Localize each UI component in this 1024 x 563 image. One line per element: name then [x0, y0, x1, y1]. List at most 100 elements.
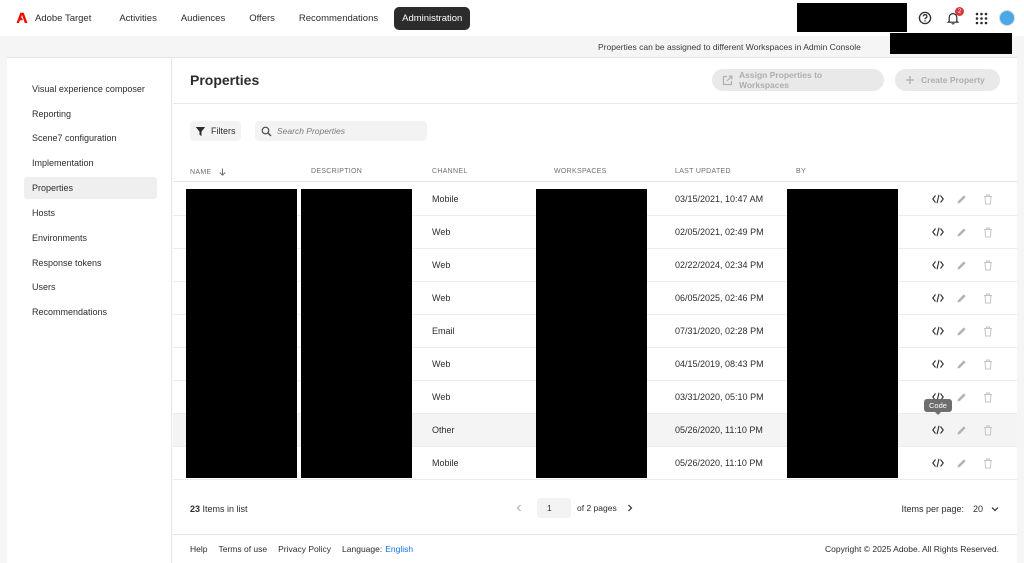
- sidebar-item-environments[interactable]: Environments: [24, 227, 157, 249]
- items-per-page-select[interactable]: 20: [973, 504, 999, 514]
- code-icon[interactable]: [931, 324, 945, 338]
- last-updated-cell: 05/26/2020, 11:10 PM: [675, 458, 763, 468]
- code-icon[interactable]: [931, 192, 945, 206]
- column-header-description[interactable]: DESCRIPTION: [311, 168, 362, 175]
- edit-pencil-icon[interactable]: [954, 192, 968, 206]
- column-header-workspaces[interactable]: WORKSPACES: [554, 168, 607, 175]
- column-header-last-updated[interactable]: LAST UPDATED: [675, 168, 731, 175]
- code-icon[interactable]: [931, 456, 945, 470]
- delete-trash-icon[interactable]: [981, 291, 995, 305]
- apps-grid-icon[interactable]: [972, 9, 990, 27]
- table-footer: 23 Items in list 1 of 2 pages Items per …: [173, 494, 1017, 534]
- redacted-name-column: [186, 189, 297, 478]
- column-header-channel[interactable]: CHANNEL: [432, 168, 468, 175]
- sidebar-item-visual-experience-composer[interactable]: Visual experience composer: [24, 78, 157, 100]
- sidebar-item-response-tokens[interactable]: Response tokens: [24, 252, 157, 274]
- column-header-by[interactable]: BY: [796, 168, 806, 175]
- create-property-button[interactable]: Create Property: [895, 69, 1000, 91]
- assign-properties-button[interactable]: Assign Properties to Workspaces: [712, 69, 884, 91]
- page-header: Properties Assign Properties to Workspac…: [173, 58, 1017, 104]
- help-icon[interactable]: [916, 9, 934, 27]
- delete-trash-icon[interactable]: [981, 456, 995, 470]
- code-icon[interactable]: [931, 357, 945, 371]
- delete-trash-icon[interactable]: [981, 324, 995, 338]
- next-page-chevron-icon[interactable]: [626, 504, 634, 512]
- sidebar-item-properties[interactable]: Properties: [24, 177, 157, 199]
- sidebar-item-reporting[interactable]: Reporting: [24, 103, 157, 125]
- items-count-label: Items in list: [202, 504, 248, 514]
- last-updated-cell: 02/05/2021, 02:49 PM: [675, 227, 764, 237]
- frame-left: [0, 36, 7, 563]
- last-updated-cell: 06/05/2025, 02:46 PM: [675, 293, 764, 303]
- sidebar-item-users[interactable]: Users: [24, 276, 157, 298]
- column-name-label: NAME: [190, 168, 212, 176]
- nav-activities[interactable]: Activities: [111, 8, 164, 29]
- language-selector[interactable]: English: [385, 544, 413, 554]
- delete-trash-icon[interactable]: [981, 192, 995, 206]
- nav-administration[interactable]: Administration: [394, 6, 471, 30]
- chevron-down-icon: [991, 505, 999, 513]
- items-count: 23 Items in list: [190, 504, 248, 514]
- redacted-region: [797, 3, 907, 32]
- edit-pencil-icon[interactable]: [954, 324, 968, 338]
- sidebar-item-scene7-configuration[interactable]: Scene7 configuration: [24, 127, 157, 149]
- page-title: Properties: [190, 72, 260, 88]
- code-icon[interactable]: [931, 423, 945, 437]
- edit-pencil-icon[interactable]: [954, 456, 968, 470]
- edit-pencil-icon[interactable]: [954, 258, 968, 272]
- code-icon[interactable]: [931, 258, 945, 272]
- assign-icon: [722, 75, 733, 86]
- edit-pencil-icon[interactable]: [954, 291, 968, 305]
- edit-pencil-icon[interactable]: [954, 225, 968, 239]
- sidebar-item-implementation[interactable]: Implementation: [24, 152, 157, 174]
- column-header-name[interactable]: NAME: [190, 168, 226, 176]
- info-bar: Properties can be assigned to different …: [7, 36, 1017, 58]
- code-tooltip: Code: [924, 399, 952, 415]
- last-updated-cell: 05/26/2020, 11:10 PM: [675, 425, 763, 435]
- search-input[interactable]: [277, 126, 417, 136]
- privacy-link[interactable]: Privacy Policy: [278, 544, 331, 554]
- notifications-bell-icon[interactable]: 2: [944, 7, 964, 27]
- help-link[interactable]: Help: [190, 544, 207, 554]
- pagination: 1 of 2 pages: [515, 498, 634, 518]
- filter-funnel-icon: [195, 126, 206, 137]
- edit-pencil-icon[interactable]: [954, 390, 968, 404]
- terms-link[interactable]: Terms of use: [218, 544, 267, 554]
- items-per-page-value: 20: [972, 504, 983, 514]
- filters-button[interactable]: Filters: [190, 121, 241, 141]
- channel-cell: Mobile: [432, 194, 459, 204]
- workspace-info-text: Properties can be assigned to different …: [598, 42, 861, 52]
- edit-pencil-icon[interactable]: [954, 357, 968, 371]
- delete-trash-icon[interactable]: [981, 225, 995, 239]
- table-header: NAME DESCRIPTION CHANNEL WORKSPACES LAST…: [173, 162, 1017, 182]
- nav-audiences[interactable]: Audiences: [173, 8, 233, 29]
- copyright-text: Copyright © 2025 Adobe. All Rights Reser…: [824, 544, 999, 554]
- search-icon: [261, 126, 272, 137]
- delete-trash-icon[interactable]: [981, 258, 995, 272]
- plus-icon: [905, 75, 915, 85]
- delete-trash-icon[interactable]: [981, 357, 995, 371]
- page-number-input[interactable]: 1: [537, 498, 571, 518]
- filters-label: Filters: [211, 126, 236, 136]
- last-updated-cell: 04/15/2019, 08:43 PM: [675, 359, 764, 369]
- delete-trash-icon[interactable]: [981, 423, 995, 437]
- code-icon[interactable]: [931, 225, 945, 239]
- app-logo[interactable]: Adobe Target: [16, 12, 91, 24]
- create-property-label: Create Property: [921, 75, 985, 85]
- nav-recommendations[interactable]: Recommendations: [291, 8, 386, 29]
- top-navigation: Adobe Target Activities Audiences Offers…: [0, 0, 1024, 36]
- edit-pencil-icon[interactable]: [954, 423, 968, 437]
- prev-page-chevron-icon[interactable]: [515, 504, 523, 512]
- nav-offers[interactable]: Offers: [241, 8, 283, 29]
- sidebar-item-hosts[interactable]: Hosts: [24, 202, 157, 224]
- adobe-logo-icon: [16, 12, 28, 24]
- sidebar-item-recommendations[interactable]: Recommendations: [24, 301, 157, 323]
- user-avatar-button[interactable]: [998, 9, 1016, 27]
- sort-arrow-down-icon[interactable]: [219, 168, 226, 176]
- language-label: Language:: [342, 544, 383, 554]
- avatar: [999, 10, 1015, 26]
- delete-trash-icon[interactable]: [981, 390, 995, 404]
- code-icon[interactable]: [931, 291, 945, 305]
- search-field[interactable]: [255, 121, 427, 141]
- items-count-number: 23: [190, 504, 201, 514]
